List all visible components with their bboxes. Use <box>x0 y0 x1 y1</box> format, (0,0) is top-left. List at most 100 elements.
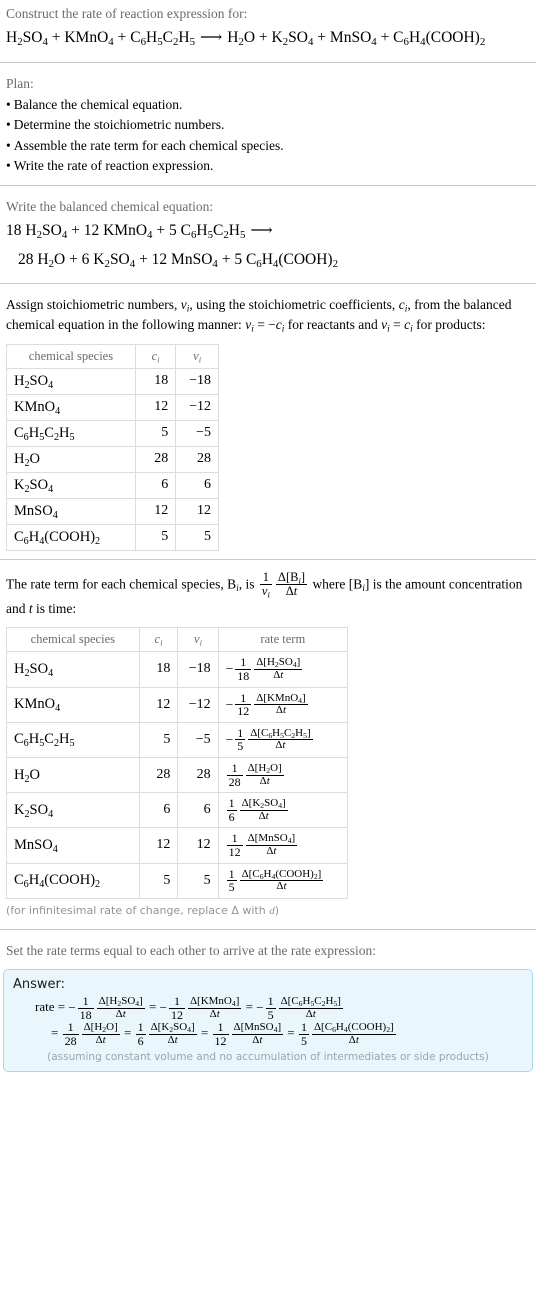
plan-item-3: • Assemble the rate term for each chemica… <box>6 136 530 157</box>
rate-term-table: chemical species ci νi rate term H2SO4 18… <box>6 627 349 899</box>
stoichiometric-intro: Assign stoichiometric numbers, νi, using… <box>6 297 512 336</box>
header-ci: ci <box>134 343 177 369</box>
question-section: Construct the rate of reaction expressio… <box>0 0 536 54</box>
cell-ci: 5 <box>134 419 177 447</box>
answer-box: Answer: rate = −1 18 Δ[H2SO4] Δt = −1 12 Δ[KM… <box>3 968 533 1073</box>
plan-item-1: • Balance the chemical equation. <box>6 95 530 116</box>
bullet-icon: • <box>6 117 11 133</box>
header-rate-term: rate term <box>217 627 349 653</box>
table-header-row: chemical species ci νi rate term <box>6 627 349 653</box>
stoichiometric-section: Assign stoichiometric numbers, νi, using… <box>0 284 536 551</box>
cell-species: C6H5C2H5 <box>6 419 136 447</box>
header-nui: νi <box>175 343 219 369</box>
balanced-equation-section: Write the balanced chemical equation: 18… <box>0 186 536 275</box>
cell-species: H2SO4 <box>6 367 136 395</box>
table-row: C6H5C2H5 5 −5 <box>6 419 219 447</box>
cell-nui: −18 <box>177 651 219 688</box>
table-row: C6H4(COOH)2 5 5 <box>6 523 219 551</box>
rate-word: rate <box>35 998 55 1014</box>
cell-nui: 6 <box>177 792 219 829</box>
cell-nui: 5 <box>175 523 219 551</box>
infinitesimal-footnote: (for infinitesimal rate of change, repla… <box>6 903 279 917</box>
cell-ci: 5 <box>134 523 177 551</box>
cell-ci: 12 <box>134 393 177 421</box>
header-chemical-species: chemical species <box>6 627 140 653</box>
plan-section: Plan: • Balance the chemical equation. • De… <box>0 63 536 177</box>
cell-species: KMnO4 <box>6 686 140 723</box>
plan-label: Plan: <box>6 75 34 91</box>
rate-term-intro: The rate term for each chemical species,… <box>6 569 523 617</box>
reaction-html: H2SO4 + KMnO4 + C6H5C2H5 ⟶ H2O + K2SO4 + M… <box>6 29 486 49</box>
plan-item-text: Write the rate of reaction expression. <box>13 158 214 174</box>
cell-nui: 12 <box>177 827 219 864</box>
rate-expression-line-1: rate = −1 18 Δ[H2SO4] Δt = −1 12 Δ[KMnO4] Δt =… <box>35 993 343 1022</box>
table-row: K2SO4 6 6 <box>6 471 219 499</box>
table-row: H2SO4 18 −18 <box>6 367 219 395</box>
header-nui: νi <box>177 627 219 653</box>
table-row: MnSO4 12 12 1 12 Δ[MnSO4] Δt <box>6 827 349 864</box>
cell-ci: 28 <box>134 445 177 473</box>
table-row: C6H5C2H5 5 −5−1 5 Δ[C6H5C2H5] Δt <box>6 721 349 758</box>
cell-rate-term: −1 18 Δ[H2SO4] Δt <box>217 651 349 688</box>
cell-nui: 5 <box>177 862 219 899</box>
cell-species: H2O <box>6 756 140 794</box>
cell-rate-term: 1 6 Δ[K2SO4] Δt <box>217 792 349 829</box>
table-row: K2SO4 6 6 1 6 Δ[K2SO4] Δt <box>6 792 349 829</box>
balanced-equation-line-2: 28 H2O + 6 K2SO4 + 12 MnSO4 + 5 C6H4(COO… <box>18 250 339 270</box>
header-chemical-species: chemical species <box>6 343 136 369</box>
cell-species: MnSO4 <box>6 827 140 864</box>
input-reaction-equation: H2SO4 + KMnO4 + C6H5C2H5 ⟶ H2O + K2SO4 + M… <box>0 25 536 53</box>
cell-species: H2O <box>6 445 136 473</box>
cell-nui: −5 <box>175 419 219 447</box>
cell-rate-term: 1 5 Δ[C6H4(COOH)2] Δt <box>217 862 349 899</box>
answer-body: rate = −1 18 Δ[H2SO4] Δt = −1 12 Δ[KMnO4] Δt =… <box>13 995 523 1047</box>
plan-list: • Balance the chemical equation. • Determin… <box>0 95 536 177</box>
cell-rate-term: −1 5 Δ[C6H5C2H5] Δt <box>217 721 349 758</box>
bullet-icon: • <box>6 158 11 174</box>
cell-ci: 5 <box>138 862 179 899</box>
cell-ci: 6 <box>134 471 177 499</box>
table-row: MnSO4 12 12 <box>6 497 219 525</box>
stoichiometric-table: chemical species ci νi H2SO4 18 −18 KMnO4 12… <box>6 343 219 551</box>
answer-label: Answer: <box>13 976 66 992</box>
bullet-icon: • <box>6 137 11 153</box>
cell-nui: 12 <box>175 497 219 525</box>
page-root: Construct the rate of reaction expressio… <box>0 0 536 1073</box>
cell-ci: 6 <box>138 792 179 829</box>
table-header-row: chemical species ci νi <box>6 343 219 369</box>
rate-expression-label: Set the rate terms equal to each other t… <box>6 942 376 958</box>
cell-nui: −5 <box>177 721 219 758</box>
cell-species: C6H4(COOH)2 <box>6 862 140 899</box>
table-row: H2O 28 28 <box>6 445 219 473</box>
plan-item-text: Determine the stoichiometric numbers. <box>13 117 225 133</box>
balanced-equation-line-1: 18 H2SO4 + 12 KMnO4 + 5 C6H5C2H5 ⟶ <box>6 222 273 242</box>
cell-nui: 28 <box>175 445 219 473</box>
cell-species: C6H4(COOH)2 <box>6 523 136 551</box>
cell-species: KMnO4 <box>6 393 136 421</box>
plan-item-2: • Determine the stoichiometric numbers. <box>6 115 530 136</box>
table-row: KMnO4 12 −12−1 12 Δ[KMnO4] Δt <box>6 686 349 723</box>
cell-species: K2SO4 <box>6 471 136 499</box>
rate-expression-section: Set the rate terms equal to each other t… <box>0 930 536 1073</box>
table-row: H2O 28 28 1 28 Δ[H2O] Δt <box>6 756 349 794</box>
cell-rate-term: 1 12 Δ[MnSO4] Δt <box>217 827 349 864</box>
cell-ci: 12 <box>138 686 179 723</box>
cell-nui: 28 <box>177 756 219 794</box>
bullet-icon: • <box>6 96 11 112</box>
cell-ci: 18 <box>134 367 177 395</box>
cell-ci: 12 <box>134 497 177 525</box>
cell-nui: −18 <box>175 367 219 395</box>
cell-nui: −12 <box>177 686 219 723</box>
plan-item-text: Assemble the rate term for each chemical… <box>13 137 284 153</box>
construct-prompt: Construct the rate of reaction expressio… <box>6 6 248 21</box>
table-row: C6H4(COOH)2 5 5 1 5 Δ[C6H4(COOH)2] Δt <box>6 862 349 899</box>
cell-nui: 6 <box>175 471 219 499</box>
cell-species: C6H5C2H5 <box>6 721 140 758</box>
cell-rate-term: −1 12 Δ[KMnO4] Δt <box>217 686 349 723</box>
cell-ci: 18 <box>138 651 179 688</box>
answer-assumption-note: (assuming constant volume and no accumul… <box>47 1051 489 1064</box>
cell-ci: 28 <box>138 756 179 794</box>
table-row: H2SO4 18 −18−1 18 Δ[H2SO4] Δt <box>6 651 349 688</box>
cell-nui: −12 <box>175 393 219 421</box>
cell-species: K2SO4 <box>6 792 140 829</box>
